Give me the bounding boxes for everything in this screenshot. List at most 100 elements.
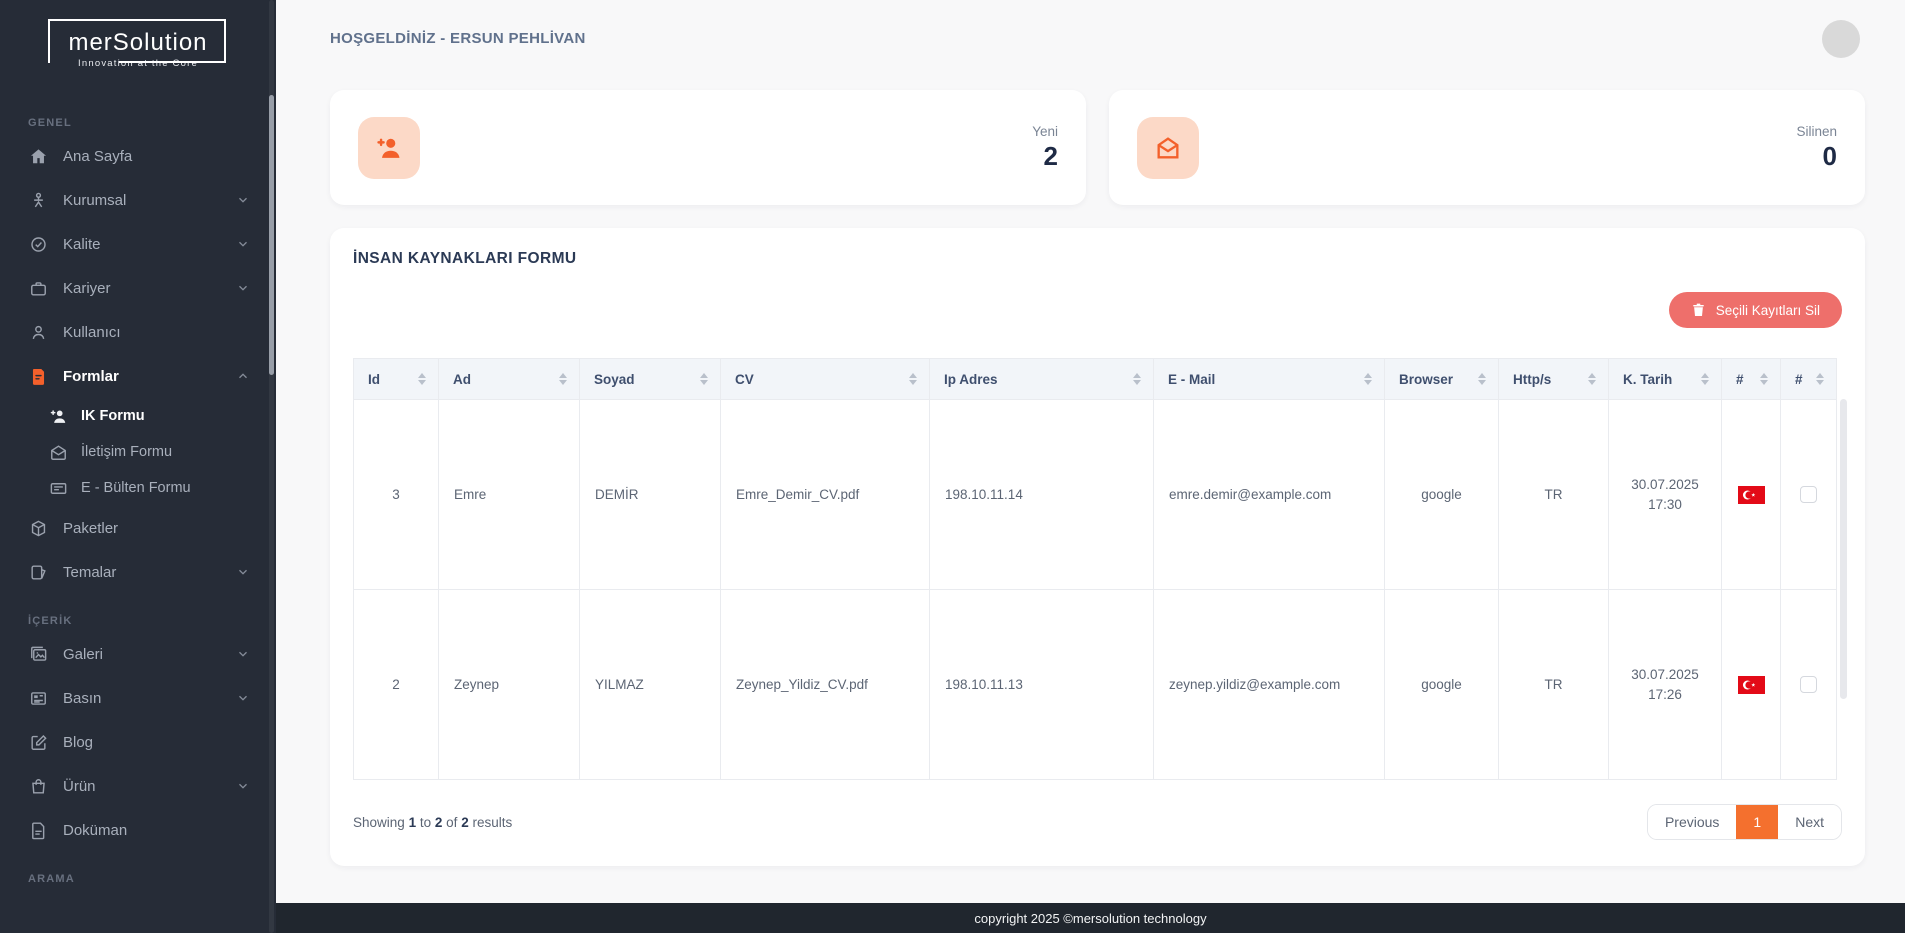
column-header-https[interactable]: Http/s bbox=[1498, 358, 1609, 400]
sidebar-item-dokuman[interactable]: Doküman bbox=[0, 808, 276, 852]
row-checkbox[interactable] bbox=[1800, 486, 1817, 503]
sidebar-item-formlar[interactable]: Formlar bbox=[0, 354, 276, 398]
column-header-ad[interactable]: Ad bbox=[438, 358, 580, 400]
sidebar-item-paketler[interactable]: Paketler bbox=[0, 506, 276, 550]
edit-icon bbox=[28, 732, 48, 752]
sidebar-item-ana-sayfa[interactable]: Ana Sayfa bbox=[0, 134, 276, 178]
sort-icon[interactable] bbox=[1478, 373, 1486, 385]
form-icon bbox=[28, 366, 48, 386]
sort-icon[interactable] bbox=[909, 373, 917, 385]
nav-label: Doküman bbox=[63, 821, 128, 839]
pagination-page-1[interactable]: 1 bbox=[1736, 805, 1779, 839]
table-scrollbar[interactable] bbox=[1840, 399, 1847, 699]
column-header-email[interactable]: E - Mail bbox=[1153, 358, 1385, 400]
sidebar-item-blog[interactable]: Blog bbox=[0, 720, 276, 764]
column-header-flag[interactable]: # bbox=[1721, 358, 1781, 400]
column-header-ip[interactable]: Ip Adres bbox=[929, 358, 1154, 400]
summary-text: of bbox=[446, 814, 458, 830]
column-header-browser[interactable]: Browser bbox=[1384, 358, 1499, 400]
newsletter-icon bbox=[48, 478, 68, 498]
sidebar-item-ebulten-formu[interactable]: E - Bülten Formu bbox=[0, 470, 276, 506]
document-icon bbox=[28, 820, 48, 840]
chevron-down-icon bbox=[236, 193, 250, 207]
brand-name: merSolution bbox=[68, 29, 208, 56]
sort-icon[interactable] bbox=[1133, 373, 1141, 385]
cell-ip: 198.10.11.13 bbox=[929, 589, 1154, 780]
summary-text: results bbox=[472, 814, 513, 830]
column-label: Ad bbox=[453, 371, 471, 387]
column-header-soyad[interactable]: Soyad bbox=[579, 358, 721, 400]
sidebar-item-kariyer[interactable]: Kariyer bbox=[0, 266, 276, 310]
sidebar-item-kalite[interactable]: Kalite bbox=[0, 222, 276, 266]
quality-badge-icon bbox=[28, 234, 48, 254]
stat-value: 2 bbox=[1043, 140, 1058, 171]
briefcase-icon bbox=[28, 278, 48, 298]
cell-browser: google bbox=[1384, 399, 1499, 590]
cell-cv: Emre_Demir_CV.pdf bbox=[720, 399, 930, 590]
turkish-flag-icon bbox=[1737, 675, 1765, 694]
pagination-previous-button[interactable]: Previous bbox=[1647, 805, 1737, 839]
nav-label: İletişim Formu bbox=[81, 444, 173, 460]
hr-form-panel: İNSAN KAYNAKLARI FORMU Seçili Kayıtları … bbox=[330, 228, 1865, 866]
stat-card-silinen: Silinen 0 bbox=[1109, 90, 1865, 205]
sort-icon[interactable] bbox=[700, 373, 708, 385]
sidebar-item-urun[interactable]: Ürün bbox=[0, 764, 276, 808]
row-checkbox[interactable] bbox=[1800, 676, 1817, 693]
user-avatar[interactable] bbox=[1822, 19, 1860, 58]
user-plus-icon bbox=[358, 116, 420, 179]
cell-select bbox=[1780, 399, 1837, 590]
summary-from: 1 bbox=[408, 814, 417, 830]
column-label: CV bbox=[735, 371, 754, 387]
column-label: E - Mail bbox=[1168, 371, 1216, 387]
sort-icon[interactable] bbox=[418, 373, 426, 385]
user-icon bbox=[28, 322, 48, 342]
brand-tagline: Innovation at the Core bbox=[78, 58, 198, 69]
sidebar-scrollbar[interactable] bbox=[269, 0, 274, 933]
chevron-down-icon bbox=[236, 691, 250, 705]
sort-icon[interactable] bbox=[1364, 373, 1372, 385]
pagination-next-button[interactable]: Next bbox=[1778, 805, 1841, 839]
column-header-select[interactable]: # bbox=[1780, 358, 1837, 400]
sidebar-item-kurumsal[interactable]: Kurumsal bbox=[0, 178, 276, 222]
copyright-text: copyright 2025 ©mersolution technology bbox=[974, 910, 1207, 926]
cell-soyad: DEMİR bbox=[579, 399, 721, 590]
sort-icon[interactable] bbox=[1816, 373, 1824, 385]
nav-label: Formlar bbox=[63, 367, 119, 385]
sidebar-item-galeri[interactable]: Galeri bbox=[0, 632, 276, 676]
home-icon bbox=[28, 146, 48, 166]
sort-icon[interactable] bbox=[559, 373, 567, 385]
table-row: 3 Emre DEMİR Emre_Demir_CV.pdf 198.10.11… bbox=[353, 399, 1837, 590]
column-header-tarih[interactable]: K. Tarih bbox=[1608, 358, 1722, 400]
column-header-cv[interactable]: CV bbox=[720, 358, 930, 400]
cell-id: 2 bbox=[353, 589, 439, 780]
tarih-time: 17:26 bbox=[1648, 686, 1682, 702]
gallery-icon bbox=[28, 644, 48, 664]
nav-label: Kurumsal bbox=[63, 191, 127, 209]
sidebar-scrollbar-thumb[interactable] bbox=[269, 95, 274, 375]
turkish-flag-icon bbox=[1737, 485, 1765, 504]
sidebar-item-kullanici[interactable]: Kullanıcı bbox=[0, 310, 276, 354]
sort-icon[interactable] bbox=[1760, 373, 1768, 385]
chevron-down-icon bbox=[236, 281, 250, 295]
chevron-down-icon bbox=[236, 565, 250, 579]
stat-value: 0 bbox=[1822, 140, 1837, 171]
sidebar-item-ik-formu[interactable]: IK Formu bbox=[0, 398, 276, 434]
stat-card-meta: Silinen 0 bbox=[1796, 124, 1837, 172]
sidebar-item-basin[interactable]: Basın bbox=[0, 676, 276, 720]
delete-selected-button[interactable]: Seçili Kayıtları Sil bbox=[1668, 292, 1842, 328]
nav-label: Kullanıcı bbox=[63, 323, 121, 341]
cell-https: TR bbox=[1498, 399, 1609, 590]
cell-email: emre.demir@example.com bbox=[1153, 399, 1385, 590]
shopping-bag-icon bbox=[28, 776, 48, 796]
sidebar-item-iletisim-formu[interactable]: İletişim Formu bbox=[0, 434, 276, 470]
table-zone: Id Ad Soyad CV Ip Adres E - Mail Browser… bbox=[353, 358, 1847, 780]
nav-label: Galeri bbox=[63, 645, 104, 663]
sidebar-item-temalar[interactable]: Temalar bbox=[0, 550, 276, 594]
nav-label: Temalar bbox=[63, 563, 117, 581]
column-header-id[interactable]: Id bbox=[353, 358, 439, 400]
cell-flag bbox=[1721, 589, 1781, 780]
cell-select bbox=[1780, 589, 1837, 780]
brand-logo[interactable]: merSolution Innovation at the Core bbox=[0, 0, 276, 96]
sort-icon[interactable] bbox=[1588, 373, 1596, 385]
sort-icon[interactable] bbox=[1701, 373, 1709, 385]
